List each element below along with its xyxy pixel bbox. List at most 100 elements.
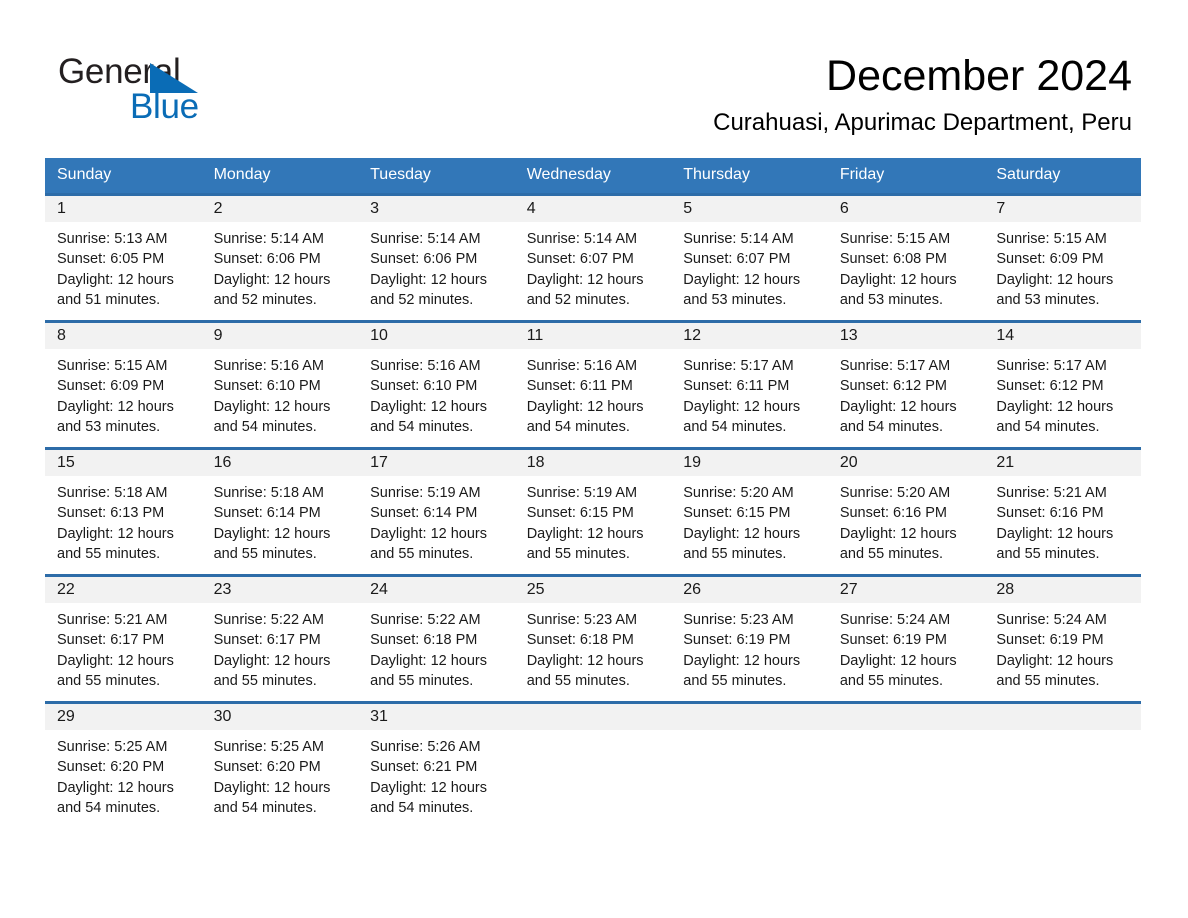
daylight-text-line1: Daylight: 12 hours [213, 525, 331, 542]
calendar-day-cell[interactable]: 4 Sunrise: 5:14 AM Sunset: 6:07 PM Daylight… [514, 193, 672, 322]
weekday-header-thursday: Thursday [671, 158, 828, 195]
calendar-day-cell[interactable]: 20 Sunrise: 5:20 AM Sunset: 6:16 PM Dayligh… [827, 447, 985, 576]
calendar-day-cell[interactable] [827, 701, 985, 828]
calendar-day-cell[interactable]: 28 Sunrise: 5:24 AM Sunset: 6:19 PM Dayligh… [984, 574, 1141, 703]
sunrise-text: Sunrise: 5:24 AM [996, 612, 1107, 628]
day-cell-inner: 22 Sunrise: 5:21 AM Sunset: 6:17 PM Dayligh… [45, 577, 202, 701]
day-cell-inner: 15 Sunrise: 5:18 AM Sunset: 6:13 PM Dayligh… [45, 450, 202, 574]
day-cell-inner: 11 Sunrise: 5:16 AM Sunset: 6:11 PM Dayligh… [514, 323, 672, 447]
calendar-day-cell[interactable]: 14 Sunrise: 5:17 AM Sunset: 6:12 PM Dayligh… [984, 320, 1141, 449]
daylight-text-line2: and 52 minutes. [526, 291, 630, 308]
calendar-day-cell[interactable]: 24 Sunrise: 5:22 AM Sunset: 6:18 PM Dayligh… [358, 574, 515, 703]
day-number: 29 [45, 704, 202, 730]
calendar-day-cell[interactable]: 9 Sunrise: 5:16 AM Sunset: 6:10 PM Daylight… [201, 320, 359, 449]
daylight-text-line2: and 55 minutes. [213, 545, 317, 562]
calendar-day-cell[interactable]: 11 Sunrise: 5:16 AM Sunset: 6:11 PM Dayligh… [514, 320, 672, 449]
day-cell-inner: 4 Sunrise: 5:14 AM Sunset: 6:07 PM Daylight… [514, 196, 672, 320]
day-cell-inner: 1 Sunrise: 5:13 AM Sunset: 6:05 PM Daylight… [45, 196, 202, 320]
logo-text-blue: Blue [130, 87, 199, 126]
calendar-day-cell[interactable]: 16 Sunrise: 5:18 AM Sunset: 6:14 PM Dayligh… [201, 447, 359, 576]
day-details: Sunrise: 5:23 AM Sunset: 6:19 PM Daylight:… [671, 603, 828, 691]
calendar-day-cell[interactable]: 30 Sunrise: 5:25 AM Sunset: 6:20 PM Dayligh… [201, 701, 359, 828]
sunset-text: Sunset: 6:06 PM [370, 251, 478, 268]
day-cell-inner: 6 Sunrise: 5:15 AM Sunset: 6:08 PM Daylight… [827, 196, 985, 320]
calendar-day-cell[interactable]: 3 Sunrise: 5:14 AM Sunset: 6:06 PM Daylight… [358, 193, 515, 322]
sunset-text: Sunset: 6:06 PM [213, 251, 321, 268]
daylight-text-line1: Daylight: 12 hours [370, 398, 487, 415]
daylight-text-line1: Daylight: 12 hours [839, 525, 957, 542]
weekday-header-sunday: Sunday [45, 158, 202, 195]
sunrise-text: Sunrise: 5:17 AM [683, 358, 794, 374]
calendar-day-cell[interactable]: 26 Sunrise: 5:23 AM Sunset: 6:19 PM Dayligh… [671, 574, 828, 703]
calendar-day-cell[interactable]: 31 Sunrise: 5:26 AM Sunset: 6:21 PM Dayligh… [358, 701, 515, 828]
sunset-text: Sunset: 6:20 PM [57, 759, 165, 776]
sunrise-text: Sunrise: 5:21 AM [57, 612, 168, 628]
calendar-day-cell[interactable]: 29 Sunrise: 5:25 AM Sunset: 6:20 PM Dayligh… [45, 701, 202, 828]
daylight-text-line2: and 55 minutes. [213, 672, 317, 689]
sunrise-text: Sunrise: 5:15 AM [57, 358, 168, 374]
weekday-header-saturday: Saturday [984, 158, 1141, 195]
calendar-day-cell[interactable]: 2 Sunrise: 5:14 AM Sunset: 6:06 PM Daylight… [201, 193, 359, 322]
calendar-grid: Sunday Monday Tuesday Wednesday Thursday… [45, 158, 1141, 828]
daylight-text-line2: and 53 minutes. [57, 418, 161, 435]
calendar-week-row: 1 Sunrise: 5:13 AM Sunset: 6:05 PM Daylight… [45, 193, 1141, 322]
day-number: 17 [358, 450, 515, 476]
sunrise-text: Sunrise: 5:26 AM [370, 739, 481, 755]
calendar-day-cell[interactable] [671, 701, 828, 828]
generalblue-logo[interactable]: General Blue [58, 52, 378, 132]
day-details: Sunrise: 5:19 AM Sunset: 6:15 PM Daylight:… [515, 476, 672, 564]
day-cell-inner [671, 704, 828, 828]
sunset-text: Sunset: 6:18 PM [370, 632, 478, 649]
daylight-text-line2: and 54 minutes. [57, 799, 161, 816]
sunrise-text: Sunrise: 5:23 AM [683, 612, 794, 628]
day-cell-inner: 7 Sunrise: 5:15 AM Sunset: 6:09 PM Daylight… [984, 196, 1141, 320]
calendar-day-cell[interactable]: 10 Sunrise: 5:16 AM Sunset: 6:10 PM Dayligh… [358, 320, 515, 449]
calendar-day-cell[interactable]: 7 Sunrise: 5:15 AM Sunset: 6:09 PM Daylight… [984, 193, 1141, 322]
weekday-header-friday: Friday [827, 158, 985, 195]
calendar-day-cell[interactable]: 21 Sunrise: 5:21 AM Sunset: 6:16 PM Dayligh… [984, 447, 1141, 576]
calendar-day-cell[interactable]: 6 Sunrise: 5:15 AM Sunset: 6:08 PM Daylight… [827, 193, 985, 322]
daylight-text-line2: and 54 minutes. [213, 418, 317, 435]
sunrise-text: Sunrise: 5:14 AM [213, 231, 324, 247]
daylight-text-line1: Daylight: 12 hours [57, 779, 174, 796]
page-title: December 2024 [826, 52, 1132, 100]
day-number: 1 [45, 196, 202, 222]
logo-line-2: Blue [58, 88, 378, 126]
daylight-text-line1: Daylight: 12 hours [839, 652, 957, 669]
calendar-day-cell[interactable]: 15 Sunrise: 5:18 AM Sunset: 6:13 PM Dayligh… [45, 447, 202, 576]
calendar-day-cell[interactable]: 23 Sunrise: 5:22 AM Sunset: 6:17 PM Dayligh… [201, 574, 359, 703]
day-number: 21 [984, 450, 1141, 476]
calendar-week-row: 8 Sunrise: 5:15 AM Sunset: 6:09 PM Daylight… [45, 320, 1141, 449]
calendar-day-cell[interactable] [514, 701, 672, 828]
day-cell-inner: 19 Sunrise: 5:20 AM Sunset: 6:15 PM Dayligh… [671, 450, 828, 574]
calendar-day-cell[interactable]: 13 Sunrise: 5:17 AM Sunset: 6:12 PM Dayligh… [827, 320, 985, 449]
day-number: 7 [984, 196, 1141, 222]
calendar-day-cell[interactable]: 17 Sunrise: 5:19 AM Sunset: 6:14 PM Dayligh… [358, 447, 515, 576]
sunrise-text: Sunrise: 5:17 AM [996, 358, 1107, 374]
daylight-text-line1: Daylight: 12 hours [996, 271, 1114, 288]
daylight-text-line2: and 55 minutes. [683, 545, 787, 562]
sunset-text: Sunset: 6:17 PM [57, 632, 165, 649]
day-details: Sunrise: 5:21 AM Sunset: 6:17 PM Daylight:… [45, 603, 202, 691]
daylight-text-line2: and 55 minutes. [57, 672, 161, 689]
daylight-text-line1: Daylight: 12 hours [57, 652, 174, 669]
calendar-day-cell[interactable] [984, 701, 1141, 828]
day-cell-inner: 21 Sunrise: 5:21 AM Sunset: 6:16 PM Dayligh… [984, 450, 1141, 574]
calendar-day-cell[interactable]: 19 Sunrise: 5:20 AM Sunset: 6:15 PM Dayligh… [671, 447, 828, 576]
daylight-text-line2: and 55 minutes. [370, 672, 474, 689]
day-number: 18 [514, 450, 672, 476]
calendar-day-cell[interactable]: 27 Sunrise: 5:24 AM Sunset: 6:19 PM Dayligh… [827, 574, 985, 703]
calendar-day-cell[interactable]: 18 Sunrise: 5:19 AM Sunset: 6:15 PM Dayligh… [514, 447, 672, 576]
sunrise-text: Sunrise: 5:25 AM [57, 739, 168, 755]
calendar-day-cell[interactable]: 25 Sunrise: 5:23 AM Sunset: 6:18 PM Dayligh… [514, 574, 672, 703]
calendar-week-row: 29 Sunrise: 5:25 AM Sunset: 6:20 PM Dayligh… [45, 701, 1141, 828]
day-details: Sunrise: 5:15 AM Sunset: 6:08 PM Daylight:… [828, 222, 985, 310]
calendar-body: 1 Sunrise: 5:13 AM Sunset: 6:05 PM Daylight… [45, 193, 1141, 828]
calendar-day-cell[interactable]: 12 Sunrise: 5:17 AM Sunset: 6:11 PM Dayligh… [671, 320, 828, 449]
calendar-day-cell[interactable]: 5 Sunrise: 5:14 AM Sunset: 6:07 PM Daylight… [671, 193, 828, 322]
calendar-day-cell[interactable]: 1 Sunrise: 5:13 AM Sunset: 6:05 PM Daylight… [45, 193, 202, 322]
sunset-text: Sunset: 6:11 PM [683, 378, 790, 395]
calendar-day-cell[interactable]: 8 Sunrise: 5:15 AM Sunset: 6:09 PM Daylight… [45, 320, 202, 449]
day-cell-inner: 10 Sunrise: 5:16 AM Sunset: 6:10 PM Dayligh… [358, 323, 515, 447]
calendar-day-cell[interactable]: 22 Sunrise: 5:21 AM Sunset: 6:17 PM Dayligh… [45, 574, 202, 703]
